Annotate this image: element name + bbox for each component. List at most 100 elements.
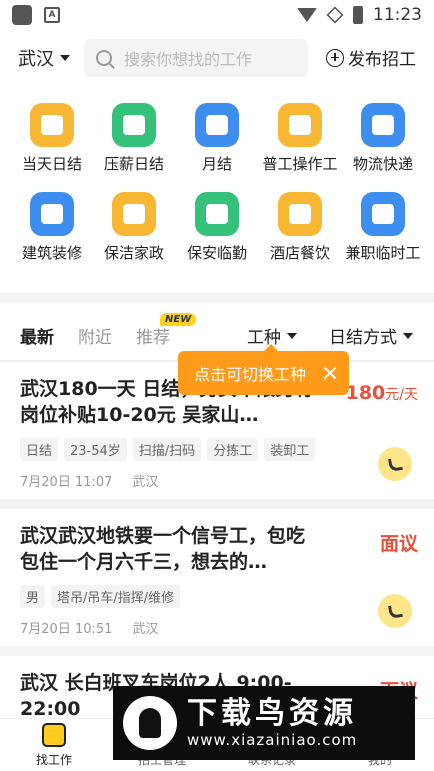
- icon-glyph: [123, 204, 145, 224]
- switch-work-type-tooltip: 点击可切换工种: [178, 344, 349, 395]
- category-grid: 当天日结 压薪日结 月结 普工操作工 物流快递建筑装修 保洁家政 保安临勤 酒店餐饮 兼职临时工: [0, 85, 434, 293]
- category-label: 建筑装修: [21, 244, 82, 262]
- close-icon[interactable]: [323, 366, 337, 380]
- category-item[interactable]: 月结: [175, 103, 259, 174]
- icon-glyph: [206, 204, 228, 224]
- category-item[interactable]: 物流快递: [341, 103, 425, 174]
- nav-find-job[interactable]: 找工作: [14, 723, 94, 768]
- watermark-banner: 下载鸟资源 www.xiazainiao.com: [113, 686, 415, 760]
- category-item[interactable]: 酒店餐饮: [258, 192, 342, 263]
- job-card[interactable]: 武汉武汉地铁要一个信号工，包吃包住一个月六千三，想去的… 面议 男 塔吊/吊车/…: [0, 509, 434, 646]
- tooltip-text: 点击可切换工种: [194, 365, 307, 384]
- category-label: 普工操作工: [262, 155, 338, 173]
- icon-glyph: [372, 204, 394, 224]
- icon-glyph: [372, 115, 394, 135]
- category-item[interactable]: 兼职临时工: [341, 192, 425, 263]
- status-bar: A 11:23: [0, 0, 434, 30]
- watermark-title: 下载鸟资源: [187, 696, 357, 731]
- job-location: 武汉: [132, 475, 159, 490]
- food-cloche-icon: [278, 192, 322, 236]
- search-input[interactable]: 搜索你想找的工作: [84, 38, 308, 77]
- call-button[interactable]: [378, 594, 412, 628]
- publish-job-label: 发布招工: [348, 50, 416, 70]
- job-meta: 7月20日 10:51 武汉: [20, 618, 158, 637]
- category-item[interactable]: 保安临勤: [175, 192, 259, 263]
- briefcase-icon: [361, 192, 405, 236]
- category-label: 酒店餐饮: [269, 244, 330, 262]
- job-tag: 塔吊/吊车/指挥/维修: [51, 585, 181, 608]
- briefcase-icon: [42, 723, 66, 747]
- category-label: 保安临勤: [186, 244, 247, 262]
- salary-unit: 元/天: [385, 387, 418, 403]
- no-signal-icon: [326, 6, 344, 24]
- nav-label: 找工作: [35, 753, 72, 767]
- job-tags: 男 塔吊/吊车/指挥/维修: [20, 585, 181, 608]
- user-clock-icon: [30, 103, 74, 147]
- category-item[interactable]: 普工操作工: [258, 103, 342, 174]
- category-label: 兼职临时工: [345, 244, 421, 262]
- salary-amount: 180: [345, 382, 386, 404]
- search-placeholder: 搜索你想找的工作: [124, 49, 253, 69]
- category-label: 月结: [201, 155, 232, 173]
- job-salary: 面议: [380, 529, 418, 556]
- job-date: 7月20日 10:51: [20, 622, 113, 637]
- building-icon: [278, 103, 322, 147]
- job-title: 武汉武汉地铁要一个信号工，包吃包住一个月六千三，想去的…: [20, 525, 306, 573]
- category-item[interactable]: 压薪日结: [92, 103, 176, 174]
- job-tag: 分拣工: [207, 438, 259, 461]
- tab-latest[interactable]: 最新: [20, 323, 54, 348]
- icon-glyph: [206, 115, 228, 135]
- wage-document-icon: [112, 103, 156, 147]
- category-item[interactable]: 当天日结: [10, 103, 94, 174]
- job-tag: 日结: [20, 438, 59, 461]
- bird-logo-icon: [123, 696, 177, 750]
- job-tags: 日结 23-54岁 扫描/扫码 分拣工 装卸工: [20, 438, 316, 461]
- job-location: 武汉: [132, 622, 159, 637]
- icon-glyph: [289, 115, 311, 135]
- job-date: 7月20日 11:07: [20, 475, 113, 490]
- phone-icon: [387, 603, 403, 619]
- job-tag: 23-54岁: [64, 438, 127, 461]
- category-item[interactable]: 建筑装修: [10, 192, 94, 263]
- truck-icon: [361, 103, 405, 147]
- job-tag: 扫描/扫码: [132, 438, 202, 461]
- salary-amount: 面议: [379, 533, 418, 555]
- job-tag: 男: [20, 585, 46, 608]
- category-label: 当天日结: [21, 155, 82, 173]
- city-selector[interactable]: 武汉: [18, 45, 84, 71]
- phone-icon: [387, 456, 403, 472]
- watermark-url: www.xiazainiao.com: [187, 731, 358, 749]
- job-salary: 180元/天: [346, 382, 418, 404]
- app-screen: A 11:23 武汉 搜索你想找的工作 发布招工 当天日结 压薪日结 月结 普工操作工…: [0, 0, 434, 771]
- status-time: 11:23: [373, 5, 422, 25]
- category-item[interactable]: 保洁家政: [92, 192, 176, 263]
- city-label: 武汉: [18, 48, 54, 70]
- new-badge: NEW: [160, 313, 197, 326]
- job-tag: 装卸工: [264, 438, 316, 461]
- icon-glyph: [123, 115, 145, 135]
- calendar-30-icon: [195, 103, 239, 147]
- settlement-filter[interactable]: 日结方式: [329, 323, 413, 348]
- tab-recommend[interactable]: 推荐: [136, 323, 170, 348]
- call-button[interactable]: [378, 447, 412, 481]
- plus-circle-icon: [326, 48, 344, 67]
- paint-roller-icon: [30, 192, 74, 236]
- app-icon: [12, 5, 32, 25]
- caret-down-icon: [60, 54, 70, 61]
- settlement-label: 日结方式: [329, 328, 397, 348]
- search-icon: [96, 49, 112, 66]
- battery-charging-icon: [353, 6, 363, 24]
- category-label: 物流快递: [352, 155, 413, 173]
- job-meta: 7月20日 11:07 武汉: [20, 471, 158, 490]
- broom-icon: [112, 192, 156, 236]
- category-label: 保洁家政: [103, 244, 164, 262]
- caret-down-icon: [287, 332, 297, 339]
- icon-glyph: [41, 115, 63, 135]
- caret-down-icon: [403, 332, 413, 339]
- publish-job-button[interactable]: 发布招工: [326, 45, 416, 70]
- category-label: 压薪日结: [103, 155, 164, 173]
- icon-glyph: [289, 204, 311, 224]
- tab-nearby[interactable]: 附近: [78, 323, 112, 348]
- top-header: 武汉 搜索你想找的工作 发布招工: [0, 30, 434, 85]
- security-guard-icon: [195, 192, 239, 236]
